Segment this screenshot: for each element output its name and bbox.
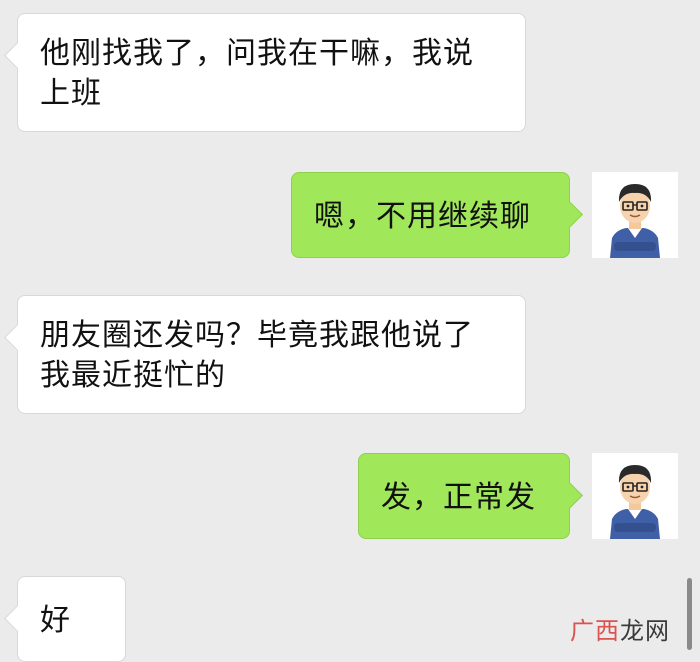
message-text: 他刚找我了，问我在干嘛，我说上班 [40, 36, 474, 111]
message-text: 嗯，不用继续聊 [314, 199, 531, 234]
scrollbar[interactable] [687, 578, 692, 650]
watermark-part2: 龙网 [620, 617, 670, 645]
avatar-icon [592, 172, 678, 258]
watermark-part1: 广西 [570, 617, 620, 645]
message-text: 朋友圈还发吗？毕竟我跟他说了我最近挺忙的 [40, 318, 474, 393]
message-bubble-received[interactable]: 他刚找我了，问我在干嘛，我说上班 [17, 13, 526, 132]
message-bubble-received[interactable]: 好 [17, 576, 126, 662]
message-bubble-sent[interactable]: 发，正常发 [358, 453, 570, 539]
user-avatar[interactable] [592, 453, 678, 539]
chat-conversation: 他刚找我了，问我在干嘛，我说上班 嗯，不用继续聊 朋友圈还发吗？毕竟我跟他说了我… [0, 0, 700, 662]
user-avatar[interactable] [592, 172, 678, 258]
message-text: 发，正常发 [381, 480, 536, 515]
watermark: 广西龙网 [570, 611, 670, 646]
avatar-icon [592, 453, 678, 539]
message-bubble-sent[interactable]: 嗯，不用继续聊 [291, 172, 570, 258]
message-text: 好 [40, 603, 71, 638]
message-bubble-received[interactable]: 朋友圈还发吗？毕竟我跟他说了我最近挺忙的 [17, 295, 526, 414]
